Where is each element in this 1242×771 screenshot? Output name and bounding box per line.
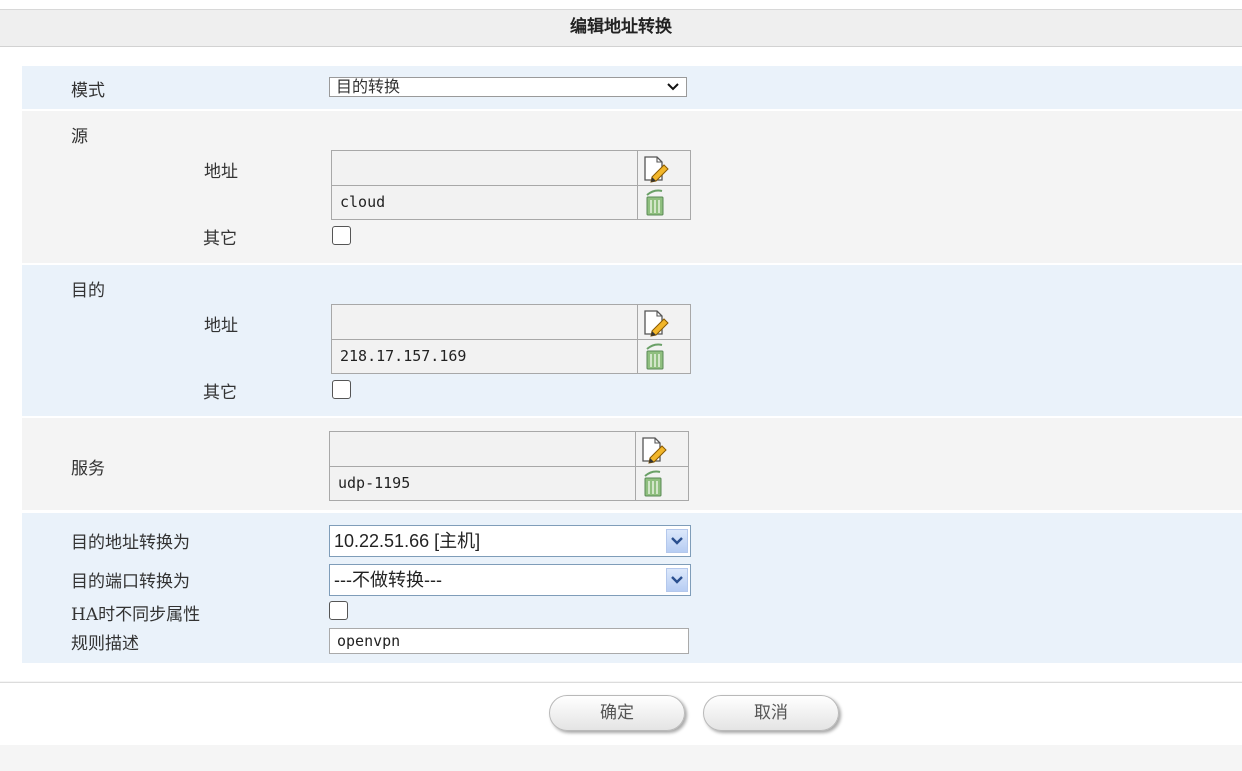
service-label: 服务 xyxy=(71,459,105,479)
trash-icon[interactable] xyxy=(638,468,668,498)
trash-icon[interactable] xyxy=(640,187,670,217)
column-divider xyxy=(637,305,638,373)
desc-input[interactable]: openvpn xyxy=(329,628,689,654)
chevron-down-icon xyxy=(671,576,683,584)
source-section: 源 地址 cloud 其它 xyxy=(22,111,1242,263)
footer-bar: 确定 取消 xyxy=(0,682,1242,745)
source-address-table: cloud xyxy=(331,150,691,220)
form-panel: 模式 目的转换 源 地址 cloud 其它 目的 地址 218.17.157.1… xyxy=(0,47,1242,681)
chevron-down-icon xyxy=(671,537,683,545)
source-label: 源 xyxy=(71,127,88,147)
page-title: 编辑地址转换 xyxy=(0,10,1242,47)
service-section: 服务 udp-1195 xyxy=(22,418,1242,510)
desc-input-value: openvpn xyxy=(337,632,401,650)
destination-label: 目的 xyxy=(71,281,105,301)
ok-button[interactable]: 确定 xyxy=(549,695,685,731)
column-divider xyxy=(637,151,638,219)
service-value: udp-1195 xyxy=(338,474,411,492)
destination-address-value: 218.17.157.169 xyxy=(340,347,467,365)
source-other-label: 其它 xyxy=(203,229,237,249)
dest-port-label: 目的端口转换为 xyxy=(71,572,190,592)
dest-port-select[interactable]: ---不做转换--- xyxy=(329,564,691,596)
dest-addr-label: 目的地址转换为 xyxy=(71,533,190,553)
chevron-down-icon xyxy=(667,83,679,91)
edit-icon[interactable] xyxy=(638,434,668,464)
desc-label: 规则描述 xyxy=(71,634,139,654)
edit-icon[interactable] xyxy=(640,153,670,183)
dropdown-button[interactable] xyxy=(666,529,688,553)
source-address-label: 地址 xyxy=(204,162,238,182)
destination-section: 目的 地址 218.17.157.169 其它 xyxy=(22,265,1242,416)
destination-other-checkbox[interactable] xyxy=(332,380,351,399)
cancel-button[interactable]: 取消 xyxy=(703,695,839,731)
dest-port-select-value: ---不做转换--- xyxy=(334,570,442,590)
service-table: udp-1195 xyxy=(329,431,689,501)
trash-icon[interactable] xyxy=(640,341,670,371)
edit-icon[interactable] xyxy=(640,307,670,337)
dropdown-button[interactable] xyxy=(666,568,688,592)
destination-address-table: 218.17.157.169 xyxy=(331,304,691,374)
source-other-checkbox[interactable] xyxy=(332,226,351,245)
ha-label: HA时不同步属性 xyxy=(71,605,201,625)
mode-select-value: 目的转换 xyxy=(336,77,401,96)
top-border xyxy=(0,0,1242,10)
mode-row: 模式 目的转换 xyxy=(22,66,1242,109)
destination-address-label: 地址 xyxy=(204,316,238,336)
dest-addr-select[interactable]: 10.22.51.66 [主机] xyxy=(329,525,691,557)
ha-checkbox[interactable] xyxy=(329,601,348,620)
source-address-value: cloud xyxy=(340,193,386,211)
mode-select[interactable]: 目的转换 xyxy=(329,77,687,97)
dest-addr-select-value: 10.22.51.66 [主机] xyxy=(334,531,481,551)
destination-other-label: 其它 xyxy=(203,383,237,403)
column-divider xyxy=(635,432,636,500)
mode-label: 模式 xyxy=(71,81,105,101)
translation-section: 目的地址转换为 10.22.51.66 [主机] 目的端口转换为 ---不做转换… xyxy=(22,513,1242,663)
